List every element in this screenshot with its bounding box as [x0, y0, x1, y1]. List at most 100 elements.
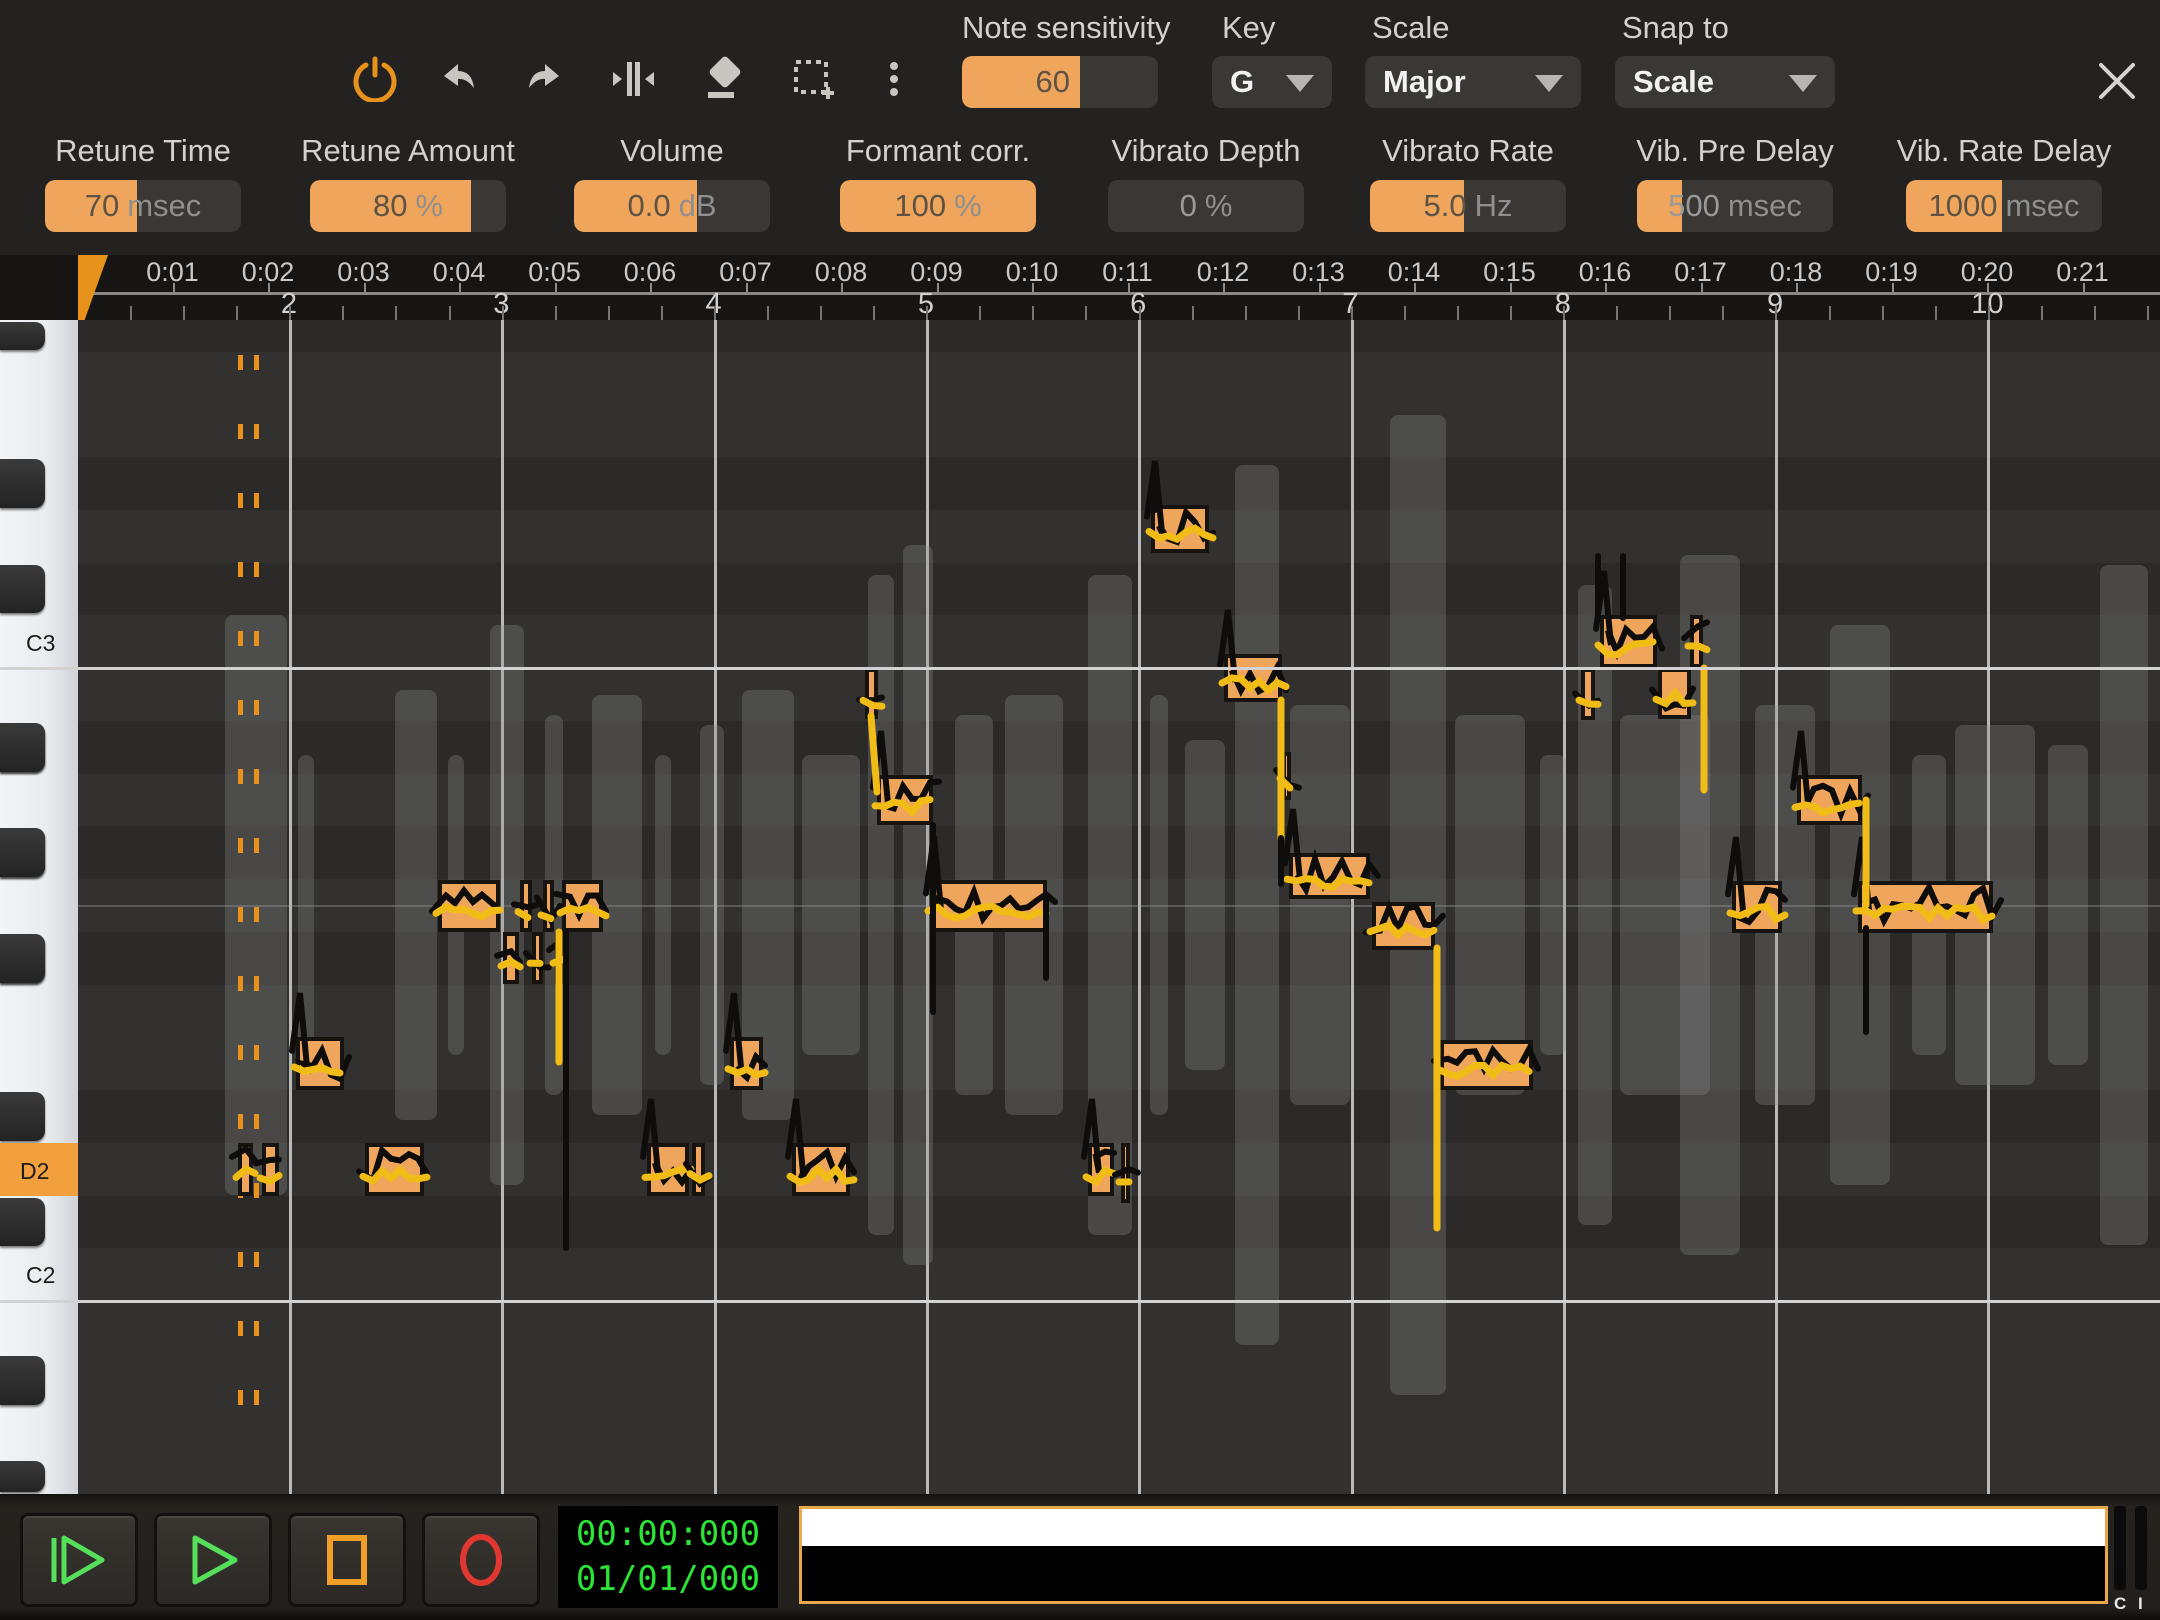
playhead-marker[interactable]	[78, 255, 108, 320]
chevron-down-icon	[1789, 75, 1817, 92]
song-overview-band	[802, 1509, 2105, 1546]
pitch-curve	[875, 800, 930, 813]
meter-c-label: C	[2114, 1594, 2126, 1614]
pitch-curve	[236, 1169, 255, 1177]
stop-button[interactable]	[288, 1513, 406, 1607]
ruler-second-tick	[1319, 283, 1321, 292]
ruler-quarter-tick	[289, 306, 291, 320]
key-label: Key	[1222, 10, 1275, 46]
ruler-quarter-tick	[1510, 306, 1512, 320]
param-value: 70msec	[45, 180, 241, 232]
chevron-down-icon	[1535, 75, 1563, 92]
ruler-quarter-tick	[661, 306, 663, 320]
ruler-quarter-tick	[714, 306, 716, 320]
ruler-quarter-tick	[1829, 306, 1831, 320]
ruler-quarter-tick	[1457, 306, 1459, 320]
black-key[interactable]	[0, 1198, 45, 1247]
meter-i	[2135, 1506, 2147, 1590]
undo-icon[interactable]	[436, 56, 482, 102]
ruler-quarter-tick	[130, 306, 132, 320]
piano-keyboard[interactable]: C3D2C2	[0, 320, 78, 1494]
note-sensitivity-slider[interactable]: 60	[962, 56, 1158, 108]
transport-bar: 00:00:000 01/01/000 C I	[0, 1494, 2160, 1620]
pitch-curve	[501, 962, 520, 967]
black-key[interactable]	[0, 828, 45, 877]
param-value: 80%	[310, 180, 506, 232]
play-button[interactable]	[154, 1513, 272, 1607]
pitch-grid[interactable]	[78, 320, 2160, 1494]
ruler-quarter-tick	[555, 306, 557, 320]
param-label: Formant corr.	[810, 133, 1066, 169]
pitch-editor-window: Note sensitivity 60 Key G Scale Major Sn…	[0, 0, 2160, 1620]
ruler-second-tick	[173, 283, 175, 292]
black-key[interactable]	[0, 934, 45, 983]
black-key[interactable]	[0, 322, 45, 350]
param-slider-formant-corr-[interactable]: 100%	[840, 180, 1036, 232]
param-slider-vib-pre-delay[interactable]: 500msec	[1637, 180, 1833, 232]
ruler-quarter-tick	[502, 306, 504, 320]
close-icon[interactable]	[2096, 60, 2142, 106]
more-options-icon[interactable]	[884, 56, 904, 102]
timeline-ruler[interactable]: 0:010:020:030:040:050:060:070:080:090:10…	[0, 255, 2160, 320]
marquee-select-icon[interactable]	[790, 56, 836, 102]
ruler-quarter-tick	[236, 306, 238, 320]
pitch-curve	[514, 904, 537, 907]
ruler-quarter-tick	[2041, 306, 2043, 320]
ruler-quarter-tick	[1882, 306, 1884, 320]
play-from-start-button[interactable]	[20, 1513, 138, 1607]
param-slider-vib-rate-delay[interactable]: 1000msec	[1906, 180, 2102, 232]
redo-icon[interactable]	[521, 56, 567, 102]
param-label: Vib. Rate Delay	[1876, 133, 2132, 169]
scale-label: Scale	[1372, 10, 1450, 46]
black-key[interactable]	[0, 1092, 45, 1141]
black-key[interactable]	[0, 723, 45, 772]
ruler-quarter-tick	[1563, 306, 1565, 320]
pitch-curve	[690, 1174, 709, 1180]
black-key[interactable]	[0, 1461, 45, 1492]
pitch-curve	[1684, 622, 1707, 638]
power-toggle-icon[interactable]	[352, 56, 398, 102]
meter-i-label: I	[2138, 1594, 2143, 1614]
snap-to-dropdown[interactable]: Scale	[1615, 56, 1835, 108]
key-label-d2: D2	[20, 1158, 49, 1185]
ruler-quarter-tick	[1775, 306, 1777, 320]
ruler-quarter-tick	[979, 306, 981, 320]
ruler-quarter-tick	[820, 306, 822, 320]
ruler-second-tick	[2083, 283, 2085, 292]
ruler-divider	[78, 292, 2160, 295]
black-key[interactable]	[0, 1356, 45, 1405]
param-slider-vibrato-depth[interactable]: 0%	[1108, 180, 1304, 232]
param-value: 1000msec	[1906, 180, 2102, 232]
param-slider-retune-time[interactable]: 70msec	[45, 180, 241, 232]
pitch-curve	[256, 1160, 279, 1164]
ruler-quarter-tick	[926, 306, 928, 320]
ruler-second-tick	[650, 283, 652, 292]
param-label: Vibrato Rate	[1340, 133, 1596, 169]
black-key[interactable]	[0, 459, 45, 508]
ruler-second-tick	[555, 283, 557, 292]
pitch-curve	[1084, 1099, 1114, 1173]
param-value: 0.0dB	[574, 180, 770, 232]
ruler-second-tick	[937, 283, 939, 292]
ruler-second-tick	[268, 283, 270, 292]
split-notes-icon[interactable]	[610, 56, 656, 102]
pitch-curve	[436, 907, 500, 917]
time-display: 00:00:000 01/01/000	[558, 1506, 778, 1608]
ruler-second-tick	[841, 283, 843, 292]
key-dropdown[interactable]: G	[1212, 56, 1332, 108]
song-overview-scrubber[interactable]	[799, 1506, 2108, 1604]
record-button[interactable]	[422, 1513, 540, 1607]
pitch-curve	[1598, 642, 1653, 655]
pitch-curve	[726, 993, 765, 1078]
scale-dropdown[interactable]: Major	[1365, 56, 1581, 108]
param-slider-volume[interactable]: 0.0dB	[574, 180, 770, 232]
ruler-second-tick	[1892, 283, 1894, 292]
ruler-quarter-tick	[1935, 306, 1937, 320]
param-slider-retune-amount[interactable]: 80%	[310, 180, 506, 232]
param-label: Vib. Pre Delay	[1607, 133, 1863, 169]
ruler-quarter-tick	[873, 306, 875, 320]
ruler-quarter-tick	[1192, 306, 1194, 320]
param-slider-vibrato-rate[interactable]: 5.0Hz	[1370, 180, 1566, 232]
eraser-icon[interactable]	[700, 56, 746, 102]
black-key[interactable]	[0, 565, 45, 614]
